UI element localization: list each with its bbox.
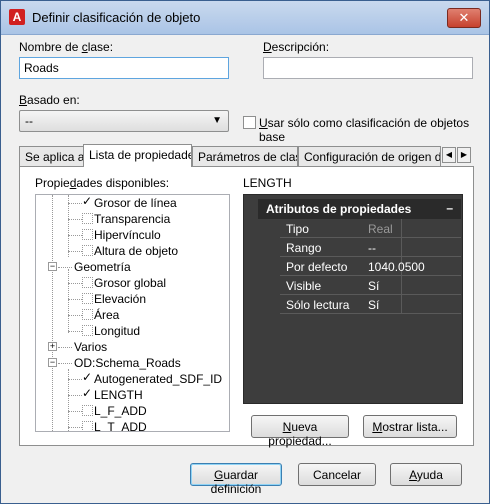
attribute-row-type[interactable]: Tipo Real [280, 219, 461, 238]
available-properties-label: Propiedades disponibles: [35, 176, 170, 190]
window-title: Definir clasificación de objeto [32, 10, 201, 25]
tab-source-configuration[interactable]: Configuración de origen de e [298, 146, 441, 166]
checkbox-icon[interactable] [82, 309, 93, 320]
collapse-icon[interactable]: − [48, 262, 57, 271]
attribute-row-default[interactable]: Por defecto 1040.0500 [280, 257, 461, 276]
tree-item[interactable]: ✓ Autogenerated_SDF_ID [36, 370, 222, 387]
tree-item[interactable]: ✓ LENGTH [36, 386, 216, 403]
tab-applies-to[interactable]: Se aplica a [19, 146, 85, 166]
collapse-icon[interactable]: – [446, 201, 453, 215]
tree-item[interactable]: Hipervínculo [36, 227, 216, 243]
checkmark-icon: ✓ [82, 370, 93, 384]
tree-item[interactable]: Transparencia [36, 211, 216, 227]
checkbox-icon[interactable] [82, 229, 93, 240]
class-name-input[interactable]: Roads [19, 57, 229, 79]
attribute-row-visible[interactable]: Visible Sí [280, 276, 461, 295]
tree-item[interactable]: Altura de objeto [36, 243, 216, 259]
dropdown-arrow-icon: ▼ [212, 115, 222, 126]
base-only-label[interactable]: Usar sólo como clasificación de objetos … [259, 116, 489, 144]
based-on-dropdown[interactable]: -- ▼ [19, 110, 229, 132]
new-property-button[interactable]: Nueva propiedad... [251, 415, 349, 448]
title-bar[interactable]: A Definir clasificación de objeto ✕ [1, 1, 489, 35]
checkbox-icon[interactable] [82, 421, 93, 431]
tree-item[interactable]: Elevación [36, 291, 216, 307]
show-list-button[interactable]: Mostrar lista... [363, 415, 457, 438]
tree-group-geometry[interactable]: − Geometría [36, 259, 216, 275]
collapse-icon[interactable]: − [48, 358, 57, 367]
tab-scroll-right-icon[interactable]: ▶ [457, 147, 471, 163]
checkmark-icon: ✓ [82, 386, 93, 400]
checkbox-icon[interactable] [82, 213, 93, 224]
attribute-row-readonly[interactable]: Sólo lectura Sí [280, 295, 461, 314]
tab-scroll-left-icon[interactable]: ◀ [442, 147, 456, 163]
attributes-header[interactable]: Atributos de propiedades – [258, 199, 461, 219]
based-on-label: Basado en: [19, 93, 80, 107]
tree-item[interactable]: L_F_ADD [36, 403, 216, 419]
checkbox-icon[interactable] [82, 293, 93, 304]
checkbox-icon[interactable] [82, 277, 93, 288]
tree-item[interactable]: Área [36, 307, 216, 323]
description-label: Descripción: [263, 40, 330, 54]
tree-item[interactable]: Grosor global [36, 275, 216, 291]
properties-tree[interactable]: ✓ Grosor de línea Transparencia Hipervín… [35, 194, 230, 432]
checkmark-icon: ✓ [82, 194, 93, 208]
based-on-value: -- [25, 114, 33, 128]
property-attributes-panel: Atributos de propiedades – Tipo Real Ran… [243, 194, 463, 404]
tree-item[interactable]: Longitud [36, 323, 216, 339]
expand-icon[interactable]: + [48, 342, 57, 351]
tab-class-parameters[interactable]: Parámetros de clase [192, 146, 298, 166]
base-only-checkbox[interactable] [243, 116, 256, 129]
checkbox-icon[interactable] [82, 245, 93, 256]
selected-property-name: LENGTH [243, 176, 292, 190]
tree-group-misc[interactable]: + Varios [36, 339, 216, 355]
description-input[interactable] [263, 57, 473, 79]
cancel-button[interactable]: Cancelar [298, 463, 376, 486]
tree-group-od-schema[interactable]: − OD:Schema_Roads [36, 355, 216, 371]
autocad-logo-icon: A [9, 9, 25, 25]
attribute-row-range[interactable]: Rango -- [280, 238, 461, 257]
save-definition-button[interactable]: Guardar definición [190, 463, 282, 496]
help-button[interactable]: Ayuda [390, 463, 462, 486]
tree-item[interactable]: L_T_ADD [36, 419, 216, 431]
checkbox-icon[interactable] [82, 405, 93, 416]
tree-item[interactable]: ✓ Grosor de línea [36, 195, 216, 211]
tab-strip: Se aplica a Lista de propiedades Parámet… [19, 144, 474, 167]
class-name-label: Nombre de clase: [19, 40, 114, 54]
tab-property-list[interactable]: Lista de propiedades [83, 144, 192, 167]
dialog-window: A Definir clasificación de objeto ✕ Nomb… [0, 0, 490, 504]
close-button[interactable]: ✕ [447, 8, 481, 28]
checkbox-icon[interactable] [82, 325, 93, 336]
